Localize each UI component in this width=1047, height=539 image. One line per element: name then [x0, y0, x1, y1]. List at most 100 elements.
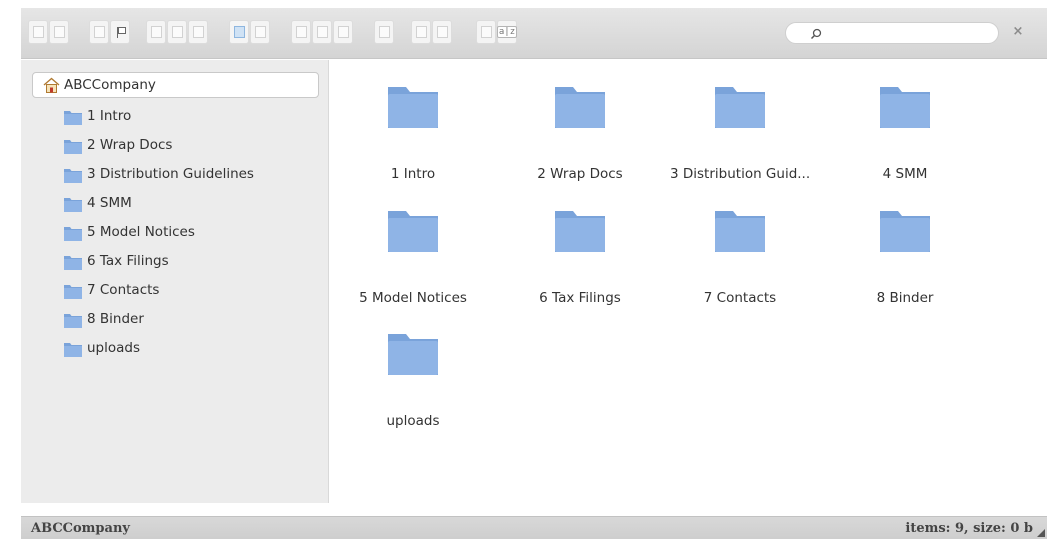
- search-icon: [810, 28, 822, 40]
- search-input[interactable]: [826, 25, 986, 41]
- tree-item[interactable]: 5 Model Notices: [64, 223, 294, 243]
- new-file-icon: [171, 26, 183, 38]
- cut-icon: [316, 26, 328, 38]
- folder-icon: [64, 256, 82, 270]
- folder-icon: [64, 169, 82, 183]
- grid-item-label: 1 Intro: [390, 166, 436, 182]
- edit-button[interactable]: [432, 20, 452, 44]
- grid-folder-item[interactable]: 6 Tax Filings: [510, 207, 650, 312]
- grid-item-label: 2 Wrap Docs: [537, 166, 623, 182]
- toolbar-group-view: a|z: [476, 20, 518, 44]
- tree-item[interactable]: 7 Contacts: [64, 281, 294, 301]
- tree-item[interactable]: uploads: [64, 339, 294, 359]
- grid-folder-item[interactable]: 3 Distribution Guid...: [670, 83, 810, 188]
- grid-item-label: 8 Binder: [876, 290, 934, 306]
- copy-button[interactable]: [291, 20, 311, 44]
- folder-icon: [64, 343, 82, 357]
- rename-icon: [415, 26, 427, 38]
- tree-item[interactable]: 2 Wrap Docs: [64, 136, 294, 156]
- view-button[interactable]: [476, 20, 496, 44]
- search-box[interactable]: [785, 22, 999, 44]
- folder-icon: [64, 111, 82, 125]
- toolbar-group-navigation: [28, 20, 69, 44]
- forward-button[interactable]: [49, 20, 69, 44]
- copy-icon: [295, 26, 307, 38]
- folder-tree-sidebar: ABCCompany 1 Intro 2 Wrap Docs 3 Distrib…: [21, 60, 339, 503]
- tree-root-label: ABCCompany: [64, 77, 156, 93]
- rename-button[interactable]: [411, 20, 431, 44]
- folder-icon: [555, 87, 605, 128]
- tree-item-label: 6 Tax Filings: [87, 253, 169, 269]
- view-icon: [480, 26, 492, 38]
- grid-folder-item[interactable]: 2 Wrap Docs: [510, 83, 650, 188]
- grid-folder-item[interactable]: 4 SMM: [835, 83, 975, 188]
- file-manager-window: a|z × ABCCompany 1 Intro 2 Wrap Docs 3 D…: [0, 0, 1047, 539]
- upload-icon: [192, 26, 204, 38]
- grid-item-label: 5 Model Notices: [359, 290, 467, 306]
- tree-item[interactable]: 6 Tax Filings: [64, 252, 294, 272]
- resize-grip-icon[interactable]: [1037, 529, 1045, 537]
- sort-button[interactable]: a|z: [496, 20, 518, 44]
- folder-icon: [64, 314, 82, 328]
- folder-icon: [388, 211, 438, 252]
- tree-root-item[interactable]: ABCCompany: [32, 72, 319, 98]
- grid-folder-item[interactable]: 7 Contacts: [670, 207, 810, 312]
- folder-icon: [64, 227, 82, 241]
- new-file-button[interactable]: [167, 20, 187, 44]
- folder-icon: [388, 87, 438, 128]
- folder-icon: [555, 211, 605, 252]
- delete-button[interactable]: [374, 20, 394, 44]
- tree-item[interactable]: 8 Binder: [64, 310, 294, 330]
- grid-folder-item[interactable]: 8 Binder: [835, 207, 975, 312]
- grid-folder-item[interactable]: 1 Intro: [343, 83, 483, 188]
- new-folder-icon: [150, 26, 162, 38]
- grid-folder-item[interactable]: uploads: [343, 330, 483, 435]
- status-bar: ABCCompany items: 9, size: 0 b: [21, 516, 1047, 539]
- back-button[interactable]: [28, 20, 48, 44]
- tree-item[interactable]: 3 Distribution Guidelines: [64, 165, 294, 185]
- paste-button[interactable]: [333, 20, 353, 44]
- paste-icon: [337, 26, 349, 38]
- grid-item-label: 7 Contacts: [703, 290, 777, 306]
- edit-icon: [436, 26, 448, 38]
- up-folder-icon: [115, 26, 125, 38]
- tree-item-label: 8 Binder: [87, 311, 144, 327]
- folder-icon: [715, 211, 765, 252]
- tree-item-label: 2 Wrap Docs: [87, 137, 173, 153]
- sort-icon: a|z: [496, 26, 518, 38]
- open-button[interactable]: [229, 20, 249, 44]
- tree-item-label: 5 Model Notices: [87, 224, 195, 240]
- cut-button[interactable]: [312, 20, 332, 44]
- tree-item[interactable]: 1 Intro: [64, 107, 294, 127]
- toolbar-group-location: [89, 20, 130, 44]
- toolbar-group-open: [229, 20, 270, 44]
- grid-item-label: 3 Distribution Guid...: [670, 166, 811, 182]
- grid-item-label: uploads: [386, 413, 440, 429]
- grid-folder-item[interactable]: 5 Model Notices: [343, 207, 483, 312]
- tree-item-label: 1 Intro: [87, 108, 132, 124]
- back-icon: [32, 26, 44, 38]
- status-path: ABCCompany: [31, 521, 130, 536]
- home-icon: [43, 77, 60, 93]
- tree-item[interactable]: 4 SMM: [64, 194, 294, 214]
- grid-item-label: 4 SMM: [882, 166, 928, 182]
- toolbar-group-create: [146, 20, 208, 44]
- status-info: items: 9, size: 0 b: [905, 521, 1033, 536]
- tree-item-label: uploads: [87, 340, 141, 356]
- tree-item-label: 3 Distribution Guidelines: [87, 166, 254, 182]
- up-folder-button[interactable]: [110, 20, 130, 44]
- reload-button[interactable]: [250, 20, 270, 44]
- upload-button[interactable]: [188, 20, 208, 44]
- folder-icon: [388, 334, 438, 375]
- folder-icon: [880, 87, 930, 128]
- toolbar: a|z ×: [21, 8, 1047, 59]
- open-icon: [233, 26, 245, 38]
- new-folder-button[interactable]: [146, 20, 166, 44]
- folder-icon: [64, 198, 82, 212]
- delete-icon: [378, 26, 390, 38]
- folder-grid: 1 Intro 2 Wrap Docs 3 Distribution Guid.…: [330, 60, 1047, 503]
- home-nav-button[interactable]: [89, 20, 109, 44]
- toolbar-group-edit: [411, 20, 452, 44]
- folder-icon: [715, 87, 765, 128]
- close-icon[interactable]: ×: [1010, 24, 1026, 40]
